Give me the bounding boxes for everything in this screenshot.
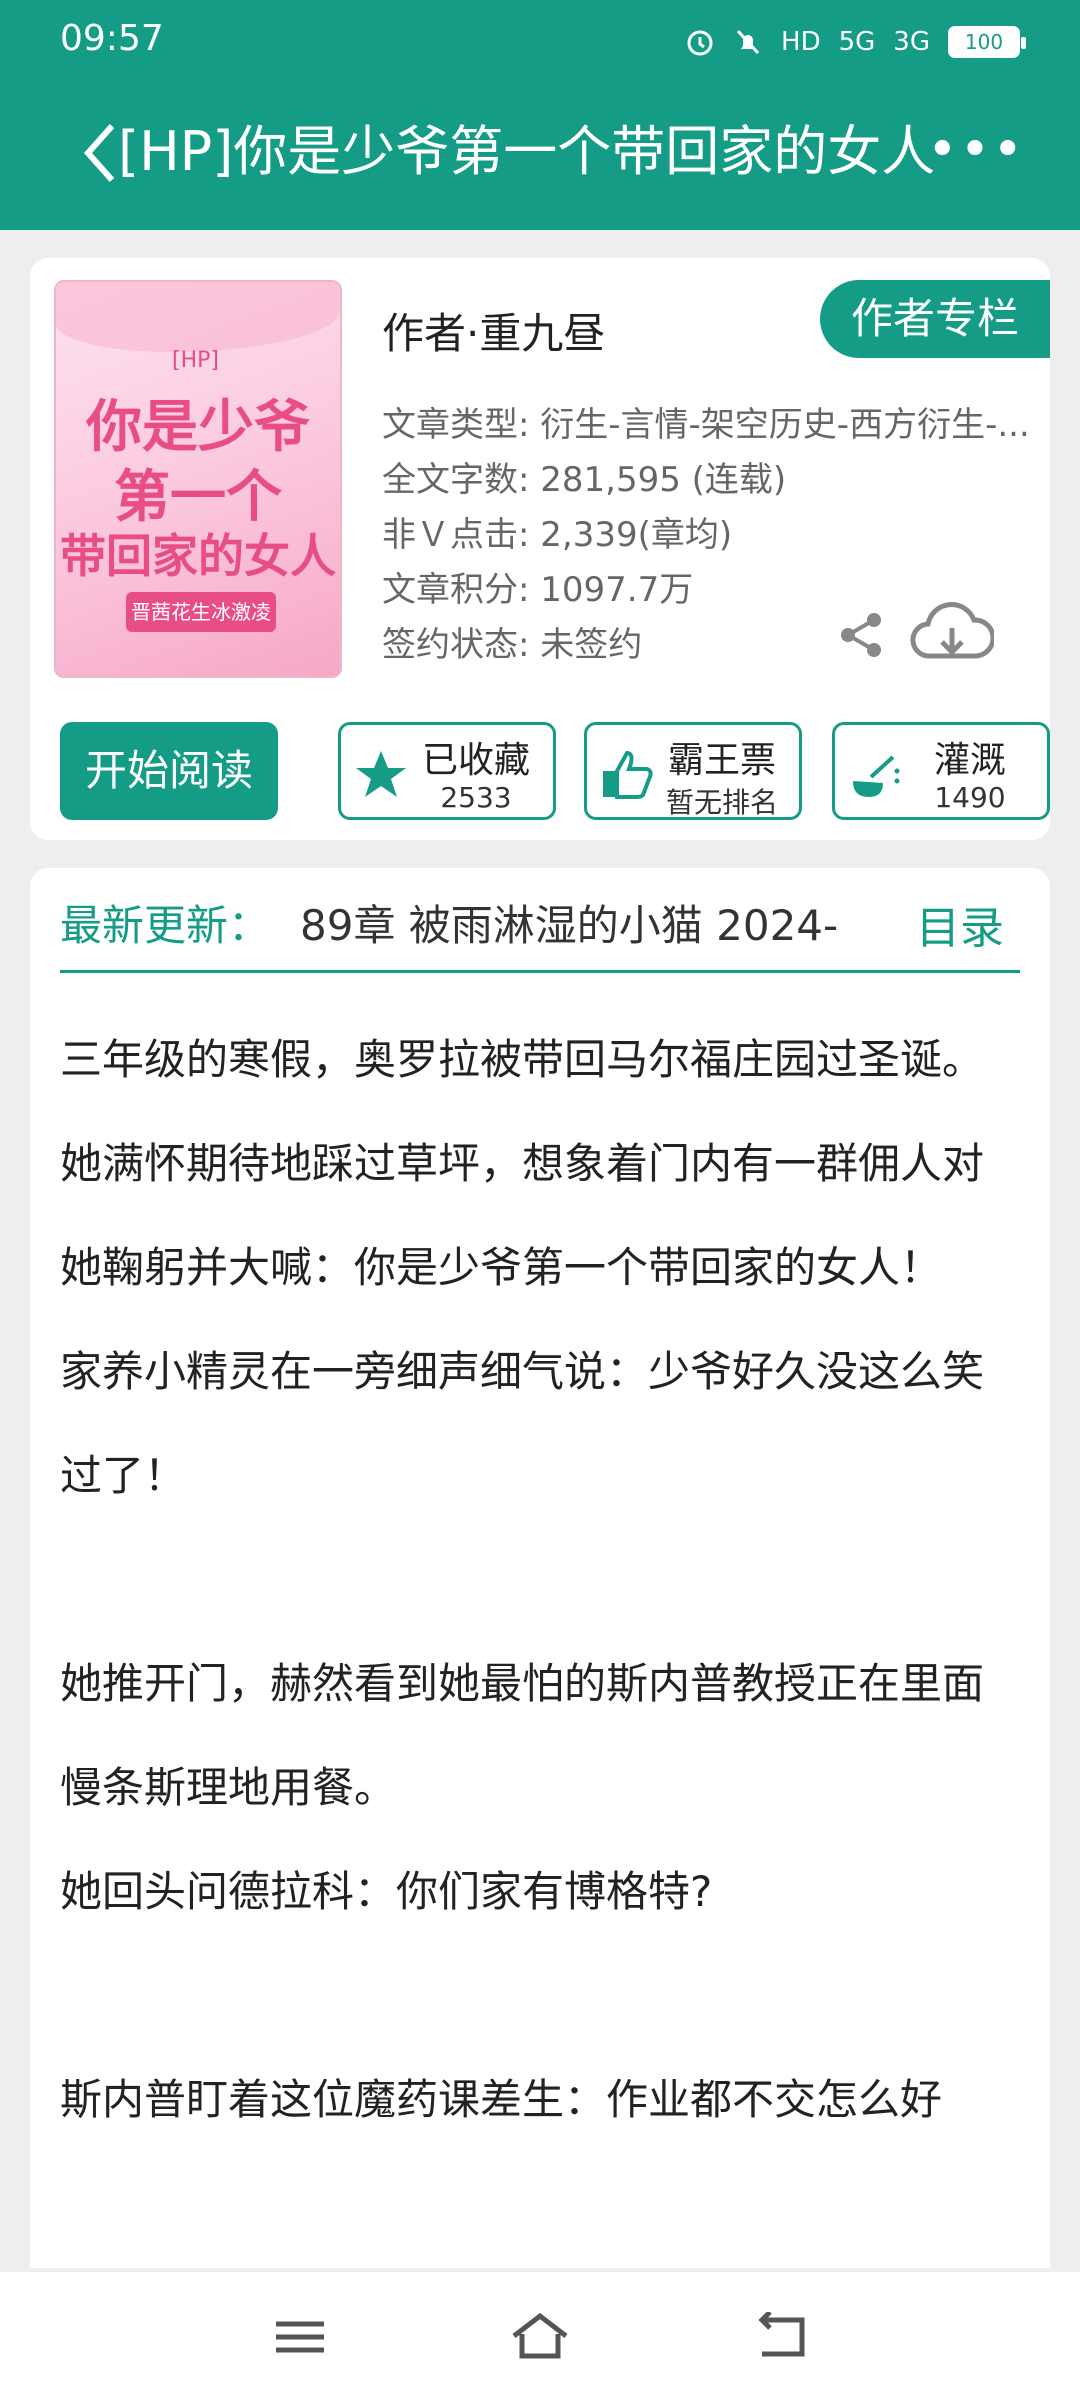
vote-button[interactable]: 霸王票 暂无排名 <box>584 722 802 820</box>
alarm-icon <box>687 30 713 56</box>
signal-5g-icon: 5G <box>838 27 876 57</box>
meta-word-count: 全文字数: 281,595 (连载) <box>382 460 787 500</box>
title-bar: [HP]你是少爷第一个带回家的女人 ••• <box>0 100 1080 210</box>
author-column-button[interactable]: 作者专栏 <box>820 280 1050 358</box>
start-reading-button[interactable]: 开始阅读 <box>60 722 278 820</box>
latest-update-link[interactable]: 89章 被雨淋湿的小猫 2024- <box>300 892 900 953</box>
water-label: 灌溉 <box>933 740 1006 781</box>
back-icon[interactable] <box>80 118 120 188</box>
collect-count: 2533 <box>440 781 512 814</box>
mute-bell-icon <box>736 29 760 55</box>
book-cover[interactable]: [HP] 你是少爷 第一个 带回家的女人 晋茜花生冰激凌 <box>54 280 342 678</box>
battery-icon: 100 <box>948 26 1026 58</box>
back-nav-icon[interactable] <box>752 2312 812 2362</box>
book-info-card: [HP] 你是少爷 第一个 带回家的女人 晋茜花生冰激凌 作者·重九昼 作者专栏… <box>30 258 1050 840</box>
paragraph: 她满怀期待地踩过草坪，想象着门内有一群佣人对她鞠躬并大喊：你是少爷第一个带回家的… <box>60 1139 985 1292</box>
meta-clicks: 非Ｖ点击: 2,339(章均) <box>382 515 733 555</box>
page-title: [HP]你是少爷第一个带回家的女人 <box>118 120 936 183</box>
home-icon[interactable] <box>510 2312 570 2362</box>
cover-line-3: 带回家的女人 <box>60 529 336 583</box>
water-button[interactable]: 灌溉 1490 <box>832 722 1050 820</box>
more-options-button[interactable]: ••• <box>927 120 1025 180</box>
share-icon[interactable] <box>836 610 886 660</box>
cover-hp-label: [HP] <box>172 348 219 373</box>
status-icons: HD 5G 3G 100 <box>685 22 1026 62</box>
cover-line-1: 你是少爷 <box>86 395 310 460</box>
cover-tag: 晋茜花生冰激凌 <box>126 592 276 632</box>
paragraph: 家养小精灵在一旁细声细气说：少爷好久没这么笑过了！ <box>60 1347 985 1500</box>
synopsis-text: 三年级的寒假，奥罗拉被带回马尔福庄园过圣诞。 她满怀期待地踩过草坪，想象着门内有… <box>60 1008 1020 2152</box>
signal-3g-icon: 3G <box>893 27 930 57</box>
cloud-download-icon[interactable] <box>910 598 994 668</box>
divider <box>60 970 1020 973</box>
author-name[interactable]: 作者·重九昼 <box>382 300 605 361</box>
paragraph: 她推开门，赫然看到她最怕的斯内普教授正在里面慢条斯理地用餐。 <box>60 1659 985 1812</box>
latest-update-label: 最新更新： <box>60 901 271 950</box>
menu-icon[interactable] <box>270 2312 330 2362</box>
action-buttons: 开始阅读 已收藏 2533 霸王票 暂无排名 灌溉 1490 <box>60 722 1050 820</box>
meta-genre: 文章类型: 衍生-言情-架空历史-西方衍生-... <box>382 405 1030 445</box>
vote-rank: 暂无排名 <box>665 786 778 819</box>
collect-label: 已收藏 <box>421 740 530 781</box>
status-time: 09:57 <box>60 18 164 59</box>
paragraph: 三年级的寒假，奥罗拉被带回马尔福庄园过圣诞。 <box>60 1035 985 1084</box>
water-count: 1490 <box>934 781 1006 814</box>
system-nav-bar <box>0 2272 1080 2400</box>
cover-decoration <box>56 282 340 352</box>
paragraph: 斯内普盯着这位魔药课差生：作业都不交怎么好 <box>60 2075 943 2124</box>
content-card: 最新更新： 89章 被雨淋湿的小猫 2024- 目录 三年级的寒假，奥罗拉被带回… <box>30 868 1050 2268</box>
hd-icon: HD <box>781 27 821 57</box>
vote-label: 霸王票 <box>667 740 776 781</box>
paragraph-blank <box>60 1528 1020 1632</box>
status-bar: 09:57 HD 5G 3G 100 <box>0 0 1080 80</box>
table-of-contents-link[interactable]: 目录 <box>916 892 1004 956</box>
top-bar: 09:57 HD 5G 3G 100 [HP]你是少爷第一个带回家的女人 ••• <box>0 0 1080 230</box>
collect-button[interactable]: 已收藏 2533 <box>338 722 556 820</box>
paragraph: 她回头问德拉科：你们家有博格特? <box>60 1867 713 1916</box>
paragraph-blank <box>60 1944 1020 2048</box>
